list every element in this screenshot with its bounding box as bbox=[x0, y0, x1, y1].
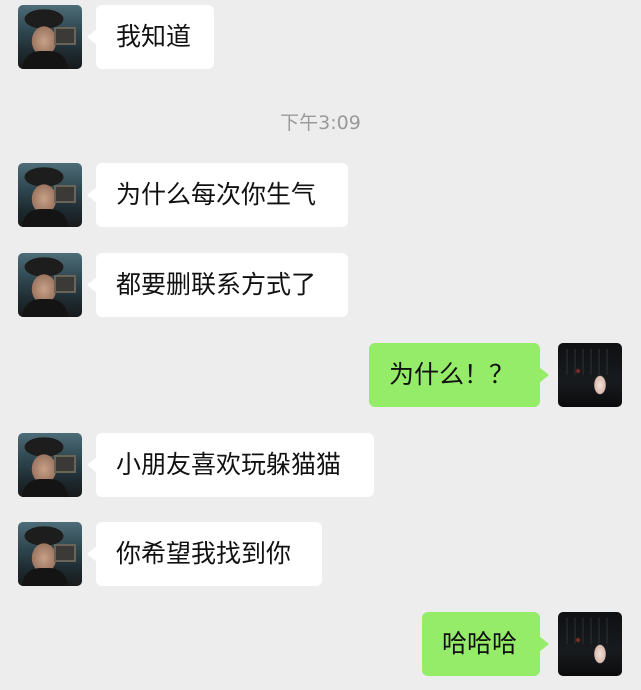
message-bubble[interactable]: 为什么每次你生气 bbox=[87, 163, 348, 227]
friend-avatar[interactable] bbox=[18, 522, 82, 586]
friend-avatar[interactable] bbox=[18, 433, 82, 497]
my-avatar[interactable] bbox=[558, 612, 622, 676]
message-bubble[interactable]: 你希望我找到你 bbox=[87, 522, 322, 586]
my-avatar[interactable] bbox=[558, 343, 622, 407]
friend-avatar[interactable] bbox=[18, 163, 82, 227]
timestamp: 下午3:09 bbox=[280, 112, 361, 134]
friend-avatar[interactable] bbox=[18, 5, 82, 69]
message-bubble[interactable]: 哈哈哈 bbox=[422, 612, 549, 676]
friend-avatar[interactable] bbox=[18, 253, 82, 317]
message-bubble[interactable]: 小朋友喜欢玩躲猫猫 bbox=[87, 433, 374, 497]
message-bubble[interactable]: 我知道 bbox=[87, 5, 214, 69]
message-bubble[interactable]: 为什么！？ bbox=[369, 343, 549, 407]
message-bubble[interactable]: 都要删联系方式了 bbox=[87, 253, 348, 317]
